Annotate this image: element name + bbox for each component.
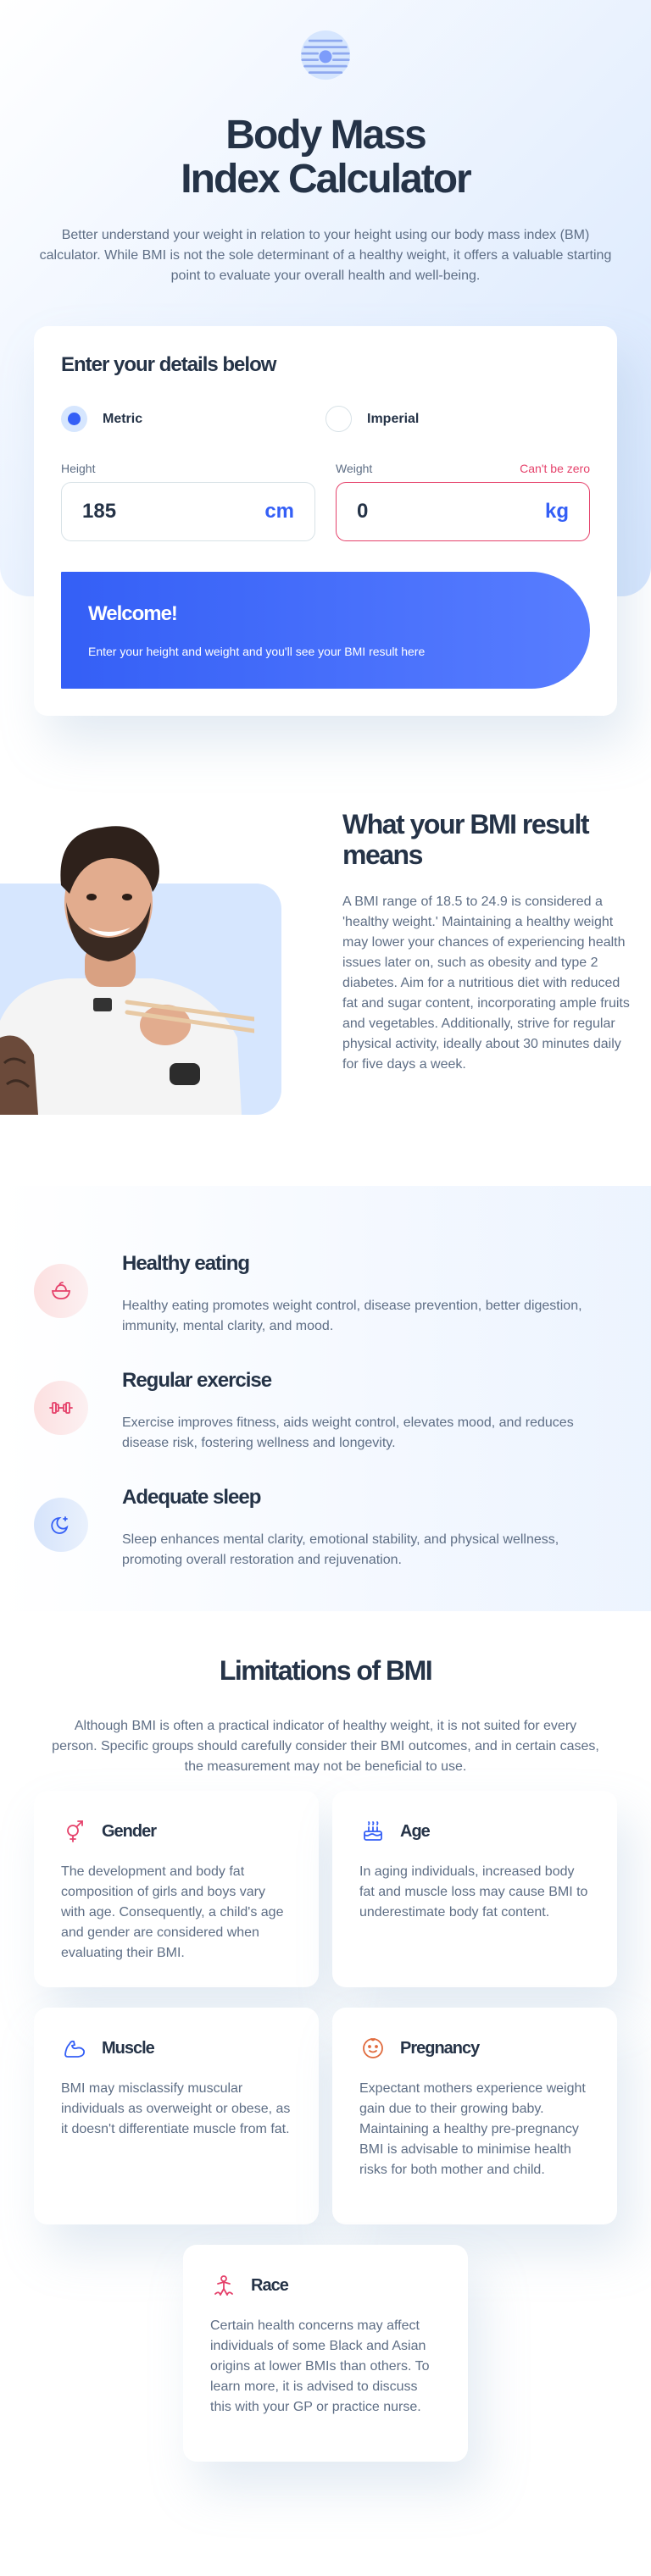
height-unit: cm — [264, 500, 294, 523]
hero-intro: Better understand your weight in relatio… — [39, 228, 612, 283]
bowl-icon — [34, 1264, 88, 1318]
metric-radio[interactable] — [61, 406, 87, 432]
pregnancy-icon — [359, 2035, 387, 2062]
tip-text: Exercise improves fitness, aids weight c… — [122, 1415, 574, 1450]
height-label: Height — [61, 462, 96, 475]
weight-error-message: Can't be zero — [520, 462, 590, 475]
limitation-text: Expectant mothers experience weight gain… — [359, 2081, 586, 2177]
imperial-option[interactable]: Imperial — [326, 406, 590, 432]
limitation-text: The development and body fat composition… — [61, 1864, 284, 1960]
result-title: Welcome! — [88, 602, 178, 625]
height-input[interactable] — [82, 500, 184, 524]
limitation-title: Pregnancy — [400, 2038, 480, 2058]
hero-section: Body Mass Index Calculator Better unders… — [0, 0, 651, 758]
man-eating-image — [0, 826, 254, 1115]
weight-field: Weight Can't be zero kg — [336, 462, 590, 541]
result-text: Enter your height and weight and you'll … — [88, 645, 426, 658]
bmi-logo-icon — [300, 30, 351, 80]
tip-text: Healthy eating promotes weight control, … — [122, 1299, 582, 1333]
tip-text: Sleep enhances mental clarity, emotional… — [122, 1532, 559, 1567]
gender-icon — [61, 1818, 88, 1845]
limitation-text: BMI may misclassify muscular individuals… — [61, 2081, 291, 2136]
metric-option[interactable]: Metric — [61, 406, 326, 432]
limitation-card-gender: Gender The development and body fat comp… — [34, 1791, 319, 1987]
tip-title: Healthy eating — [122, 1252, 250, 1275]
bmi-calculator-card: Enter your details below Metric Imperial… — [34, 326, 617, 716]
moon-icon — [34, 1498, 88, 1552]
weight-unit: kg — [544, 500, 569, 523]
tip-title: Adequate sleep — [122, 1486, 261, 1509]
limitation-text: Certain health concerns may affect indiv… — [210, 2318, 430, 2414]
limitation-card-race: Race Certain health concerns may affect … — [183, 2245, 468, 2462]
limitation-card-pregnancy: Pregnancy Expectant mothers experience w… — [332, 2008, 617, 2224]
cake-icon — [359, 1818, 387, 1845]
bmi-meaning-section: What your BMI result means A BMI range o… — [0, 758, 651, 1186]
limitations-title: Limitations of BMI — [219, 1655, 433, 1686]
page-title-line1: Body Mass — [225, 113, 426, 158]
page-title: Body Mass Index Calculator — [0, 114, 651, 202]
limitation-title: Muscle — [102, 2038, 155, 2058]
height-field: Height cm — [61, 462, 315, 541]
bmi-result-panel: Welcome! Enter your height and weight an… — [61, 572, 590, 689]
limitation-text: In aging individuals, increased body fat… — [359, 1864, 588, 1920]
limitation-card-age: Age In aging individuals, increased body… — [332, 1791, 617, 1987]
calculator-heading: Enter your details below — [61, 353, 276, 376]
limitations-intro: Although BMI is often a practical indica… — [52, 1719, 599, 1774]
unit-selector: Metric Imperial — [61, 406, 590, 432]
limitation-title: Race — [251, 2275, 289, 2295]
race-icon — [210, 2272, 237, 2299]
muscle-icon — [61, 2035, 88, 2062]
height-input-box[interactable]: cm — [61, 482, 315, 541]
imperial-radio[interactable] — [326, 406, 352, 432]
page-title-line2: Index Calculator — [181, 157, 471, 202]
tip-title: Regular exercise — [122, 1369, 272, 1392]
limitation-title: Age — [400, 1821, 431, 1841]
metric-label: Metric — [103, 411, 143, 426]
meaning-text: A BMI range of 18.5 to 24.9 is considere… — [342, 895, 630, 1072]
limitation-title: Gender — [102, 1821, 157, 1841]
measurement-fields: Height cm Weight Can't be zero kg — [61, 462, 590, 541]
limitations-section: Limitations of BMI Although BMI is often… — [0, 1611, 651, 2576]
tips-section: Healthy eating Healthy eating promotes w… — [0, 1186, 651, 1611]
meaning-title: What your BMI result means — [342, 809, 590, 870]
dumbbell-icon — [34, 1381, 88, 1435]
imperial-label: Imperial — [367, 411, 420, 426]
weight-input[interactable] — [357, 500, 459, 524]
weight-input-box[interactable]: kg — [336, 482, 590, 541]
limitation-card-muscle: Muscle BMI may misclassify muscular indi… — [34, 2008, 319, 2224]
